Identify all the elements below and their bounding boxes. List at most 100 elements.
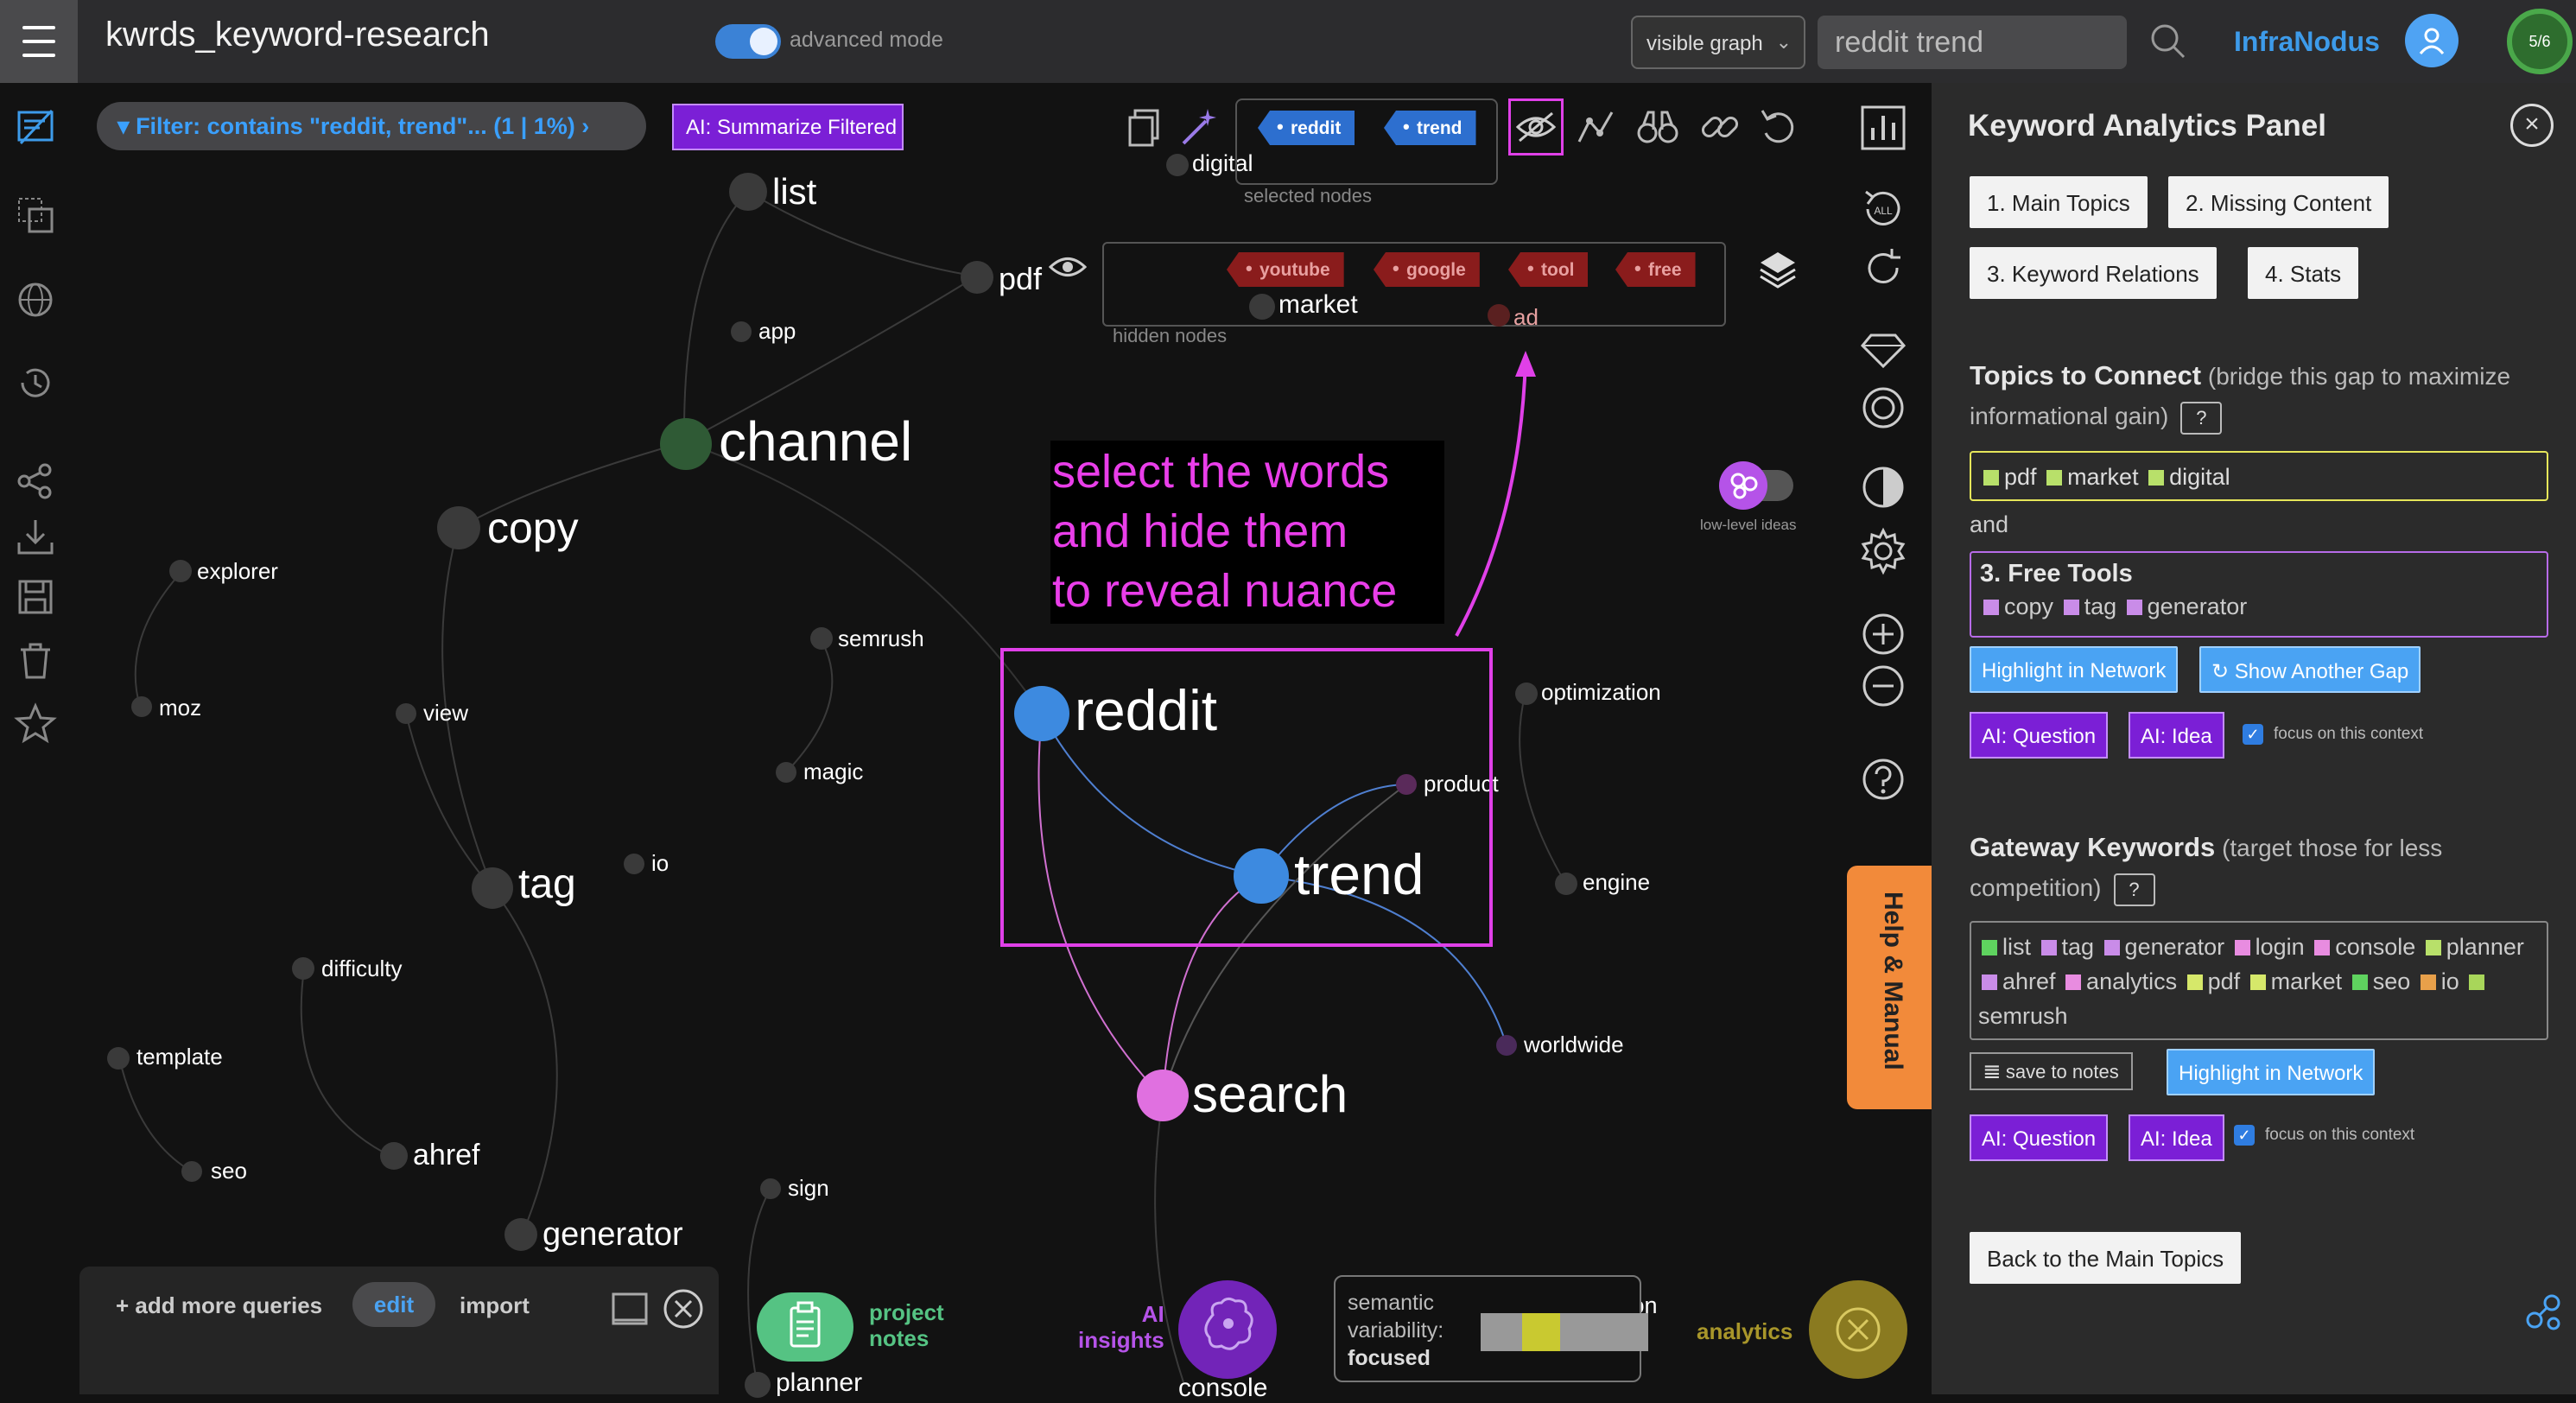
checkbox-checked-icon[interactable]: ✓	[2234, 1125, 2255, 1146]
edit-button[interactable]: edit	[352, 1282, 435, 1327]
add-more-queries-button[interactable]: + add more queries	[116, 1292, 322, 1319]
graph-node-generator[interactable]	[504, 1218, 537, 1251]
import-button[interactable]: import	[460, 1292, 530, 1319]
graph-node-difficulty[interactable]	[292, 957, 314, 980]
refresh-icon[interactable]	[1857, 242, 1909, 294]
ai-summarize-button[interactable]: AI: Summarize Filtered	[672, 104, 904, 150]
analytics-label: analytics	[1697, 1318, 1793, 1344]
hidden-tag-tool[interactable]: tool	[1508, 252, 1589, 287]
low-level-ideas-toggle[interactable]	[1716, 458, 1799, 511]
ai-insights-button[interactable]	[1178, 1280, 1277, 1379]
project-notes-button[interactable]	[757, 1292, 853, 1362]
graph-node-app[interactable]	[731, 321, 752, 342]
gateway-ai-question-button[interactable]: AI: Question	[1970, 1114, 2109, 1161]
zoom-in-icon[interactable]	[1857, 608, 1909, 660]
hidden-tag-google[interactable]: google	[1374, 252, 1480, 287]
graph-node-explorer[interactable]	[169, 560, 192, 582]
expand-panel-icon[interactable]	[610, 1291, 650, 1327]
node-label-seo: seo	[211, 1158, 247, 1184]
topic-color-swatch	[2148, 470, 2165, 486]
node-label-io: io	[651, 850, 669, 876]
gateway-focus-checkbox[interactable]: ✓ focus on this context	[2234, 1125, 2414, 1146]
eye-icon[interactable]	[1049, 254, 1087, 280]
graph-node-sign[interactable]	[760, 1178, 781, 1199]
binoculars-icon[interactable]	[1634, 104, 1681, 150]
save-to-notes-button[interactable]: 𝌆 save to notes	[1970, 1052, 2133, 1090]
diamond-icon[interactable]	[1857, 323, 1909, 375]
ai-insights-line-2: insights	[1078, 1327, 1164, 1353]
node-label-moz: moz	[159, 695, 202, 721]
graph-node-ad[interactable]	[1488, 304, 1510, 327]
graph-node-magic[interactable]	[776, 762, 796, 783]
node-label-template: template	[136, 1044, 223, 1070]
node-label-semrush: semrush	[838, 625, 924, 651]
gateway-keywords-box[interactable]: list tag generator login console planner…	[1970, 921, 2548, 1040]
magic-wand-icon[interactable]	[1175, 104, 1221, 150]
graph-node-optimization[interactable]	[1515, 682, 1538, 705]
graph-node-moz[interactable]	[131, 696, 152, 717]
topic-a-word: market	[2067, 464, 2139, 490]
progress-counter[interactable]: 5/6	[2507, 9, 2573, 74]
gateway-help-button[interactable]: ?	[2113, 873, 2155, 906]
hide-nodes-button[interactable]	[1508, 98, 1564, 156]
brand-logo[interactable]: InfraNodus	[2234, 26, 2380, 58]
analytics-button[interactable]	[1809, 1280, 1907, 1379]
graph-node-channel[interactable]	[660, 418, 712, 470]
ai-idea-button[interactable]: AI: Idea	[2129, 712, 2224, 759]
graph-node-view[interactable]	[396, 703, 416, 724]
settings-gear-icon[interactable]	[1857, 525, 1909, 577]
topics-help-button[interactable]: ?	[2180, 401, 2223, 435]
tab-stats[interactable]: 4. Stats	[2248, 247, 2359, 299]
hidden-tag-youtube[interactable]: youtube	[1227, 252, 1344, 287]
graph-node-worldwide[interactable]	[1496, 1035, 1517, 1056]
graph-node-search[interactable]	[1137, 1070, 1189, 1121]
graph-node-seo[interactable]	[181, 1161, 202, 1182]
graph-node-semrush[interactable]	[810, 627, 833, 650]
contrast-icon[interactable]	[1857, 461, 1909, 513]
highlight-network-button[interactable]: Highlight in Network	[1970, 646, 2179, 693]
graph-node-copy[interactable]	[437, 506, 480, 549]
focus-context-checkbox[interactable]: ✓ focus on this context	[2243, 724, 2423, 745]
back-to-main-topics-button[interactable]: Back to the Main Topics	[1970, 1232, 2242, 1284]
selected-tag-trend[interactable]: trend	[1384, 111, 1476, 145]
graph-node-template[interactable]	[107, 1047, 130, 1070]
search-input[interactable]	[1818, 16, 2127, 69]
graph-node-ahref[interactable]	[380, 1142, 408, 1170]
graph-node-tag[interactable]	[472, 867, 513, 909]
zoom-out-icon[interactable]	[1857, 660, 1909, 712]
graph-node-list[interactable]	[729, 173, 767, 211]
graph-node-io[interactable]	[624, 854, 644, 874]
circle-target-icon[interactable]	[1857, 382, 1909, 434]
close-circle-icon[interactable]	[662, 1287, 705, 1330]
filter-pill[interactable]: ▾ Filter: contains "reddit, trend"... (1…	[97, 102, 646, 150]
filter-label: Filter: contains "reddit, trend"... (1 |…	[136, 113, 575, 139]
help-question-icon[interactable]	[1857, 753, 1909, 805]
close-icon[interactable]: ×	[2510, 104, 2554, 147]
show-another-gap-button[interactable]: ↻ Show Another Gap	[2199, 646, 2421, 693]
gateway-highlight-network-button[interactable]: Highlight in Network	[2167, 1049, 2376, 1095]
tab-main-topics[interactable]: 1. Main Topics	[1970, 176, 2148, 228]
help-manual-tab[interactable]: Help & Manual	[1847, 866, 1933, 1109]
reset-all-icon[interactable]: ALL	[1857, 183, 1909, 235]
graph-node-engine[interactable]	[1555, 873, 1577, 895]
analytics-chart-icon[interactable]	[1857, 102, 1909, 154]
network-graph-icon[interactable]	[2522, 1291, 2566, 1334]
tab-keyword-relations[interactable]: 3. Keyword Relations	[1970, 247, 2217, 299]
gateway-ai-idea-button[interactable]: AI: Idea	[2129, 1114, 2224, 1161]
topic-b-box[interactable]: 3. Free Tools copy tag generator	[1970, 551, 2548, 638]
user-avatar-icon[interactable]	[2405, 14, 2459, 67]
graph-node-digital[interactable]	[1166, 154, 1189, 176]
hidden-tag-free[interactable]: free	[1615, 252, 1696, 287]
ai-question-button[interactable]: AI: Question	[1970, 712, 2109, 759]
tab-missing-content[interactable]: 2. Missing Content	[2168, 176, 2389, 228]
link-icon[interactable]	[1697, 104, 1743, 150]
layers-icon[interactable]	[1755, 247, 1800, 292]
graph-node-pdf[interactable]	[961, 261, 993, 294]
path-icon[interactable]	[1572, 104, 1619, 150]
undo-icon[interactable]	[1755, 104, 1802, 150]
copy-icon[interactable]	[1123, 104, 1170, 150]
search-icon[interactable]	[2148, 21, 2189, 62]
selected-tag-reddit[interactable]: reddit	[1258, 111, 1355, 145]
topic-a-box[interactable]: pdf market digital	[1970, 451, 2548, 501]
checkbox-checked-icon[interactable]: ✓	[2243, 724, 2263, 745]
